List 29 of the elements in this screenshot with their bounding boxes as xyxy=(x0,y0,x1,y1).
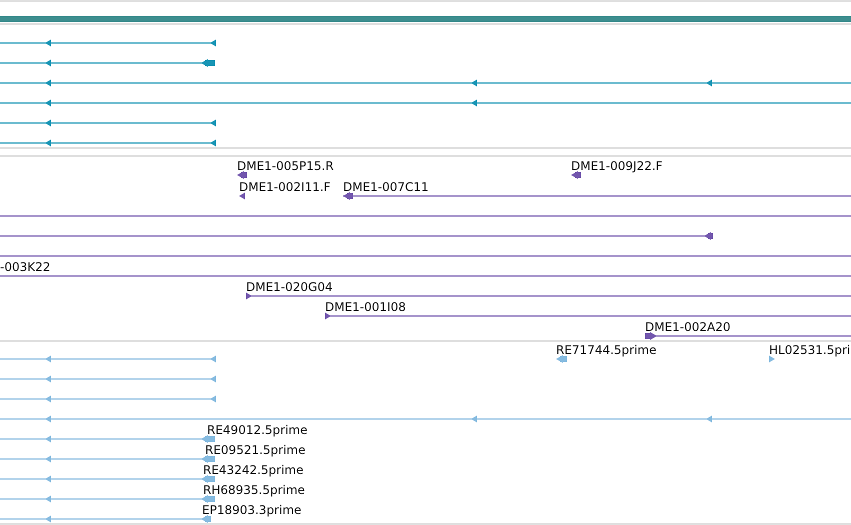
feature-label: RE49012.5prime xyxy=(207,423,308,437)
feature-glyph[interactable] xyxy=(571,171,581,179)
feature-glyph[interactable] xyxy=(239,192,245,200)
feature-label: DME1-009J22.F xyxy=(571,159,663,173)
feature-label: DME1-005P15.R xyxy=(237,159,334,173)
feature-label: DME1-002I11.F xyxy=(239,180,331,194)
feature-glyph[interactable] xyxy=(645,332,851,340)
feature-glyph[interactable] xyxy=(325,312,851,320)
feature-glyph[interactable] xyxy=(246,292,851,300)
feature-glyph[interactable] xyxy=(237,171,247,179)
feature-label: DME1-002A20 xyxy=(645,320,731,334)
feature-glyph[interactable] xyxy=(343,192,851,200)
feature-label: RE71744.5prime xyxy=(556,343,656,357)
feature-glyph[interactable] xyxy=(0,59,215,67)
feature-label: HL02531.5pri xyxy=(769,343,850,357)
feature-glyph[interactable] xyxy=(0,232,713,240)
feature-label: RH68935.5prime xyxy=(203,483,305,497)
feature-label: RE43242.5prime xyxy=(203,463,304,477)
feature-glyph[interactable] xyxy=(0,100,851,106)
feature-label: DME1-001I08 xyxy=(325,300,406,314)
feature-label: RE09521.5prime xyxy=(205,443,306,457)
feature-glyph[interactable] xyxy=(0,120,216,126)
feature-glyph[interactable] xyxy=(0,40,216,46)
feature-glyph[interactable] xyxy=(0,140,216,146)
feature-label: DME1-007C11 xyxy=(343,180,429,194)
feature-glyph[interactable] xyxy=(0,80,851,86)
feature-label: DME1-020G04 xyxy=(246,280,333,294)
feature-label: -003K22 xyxy=(0,260,50,274)
feature-label: EP18903.3prime xyxy=(202,503,302,517)
